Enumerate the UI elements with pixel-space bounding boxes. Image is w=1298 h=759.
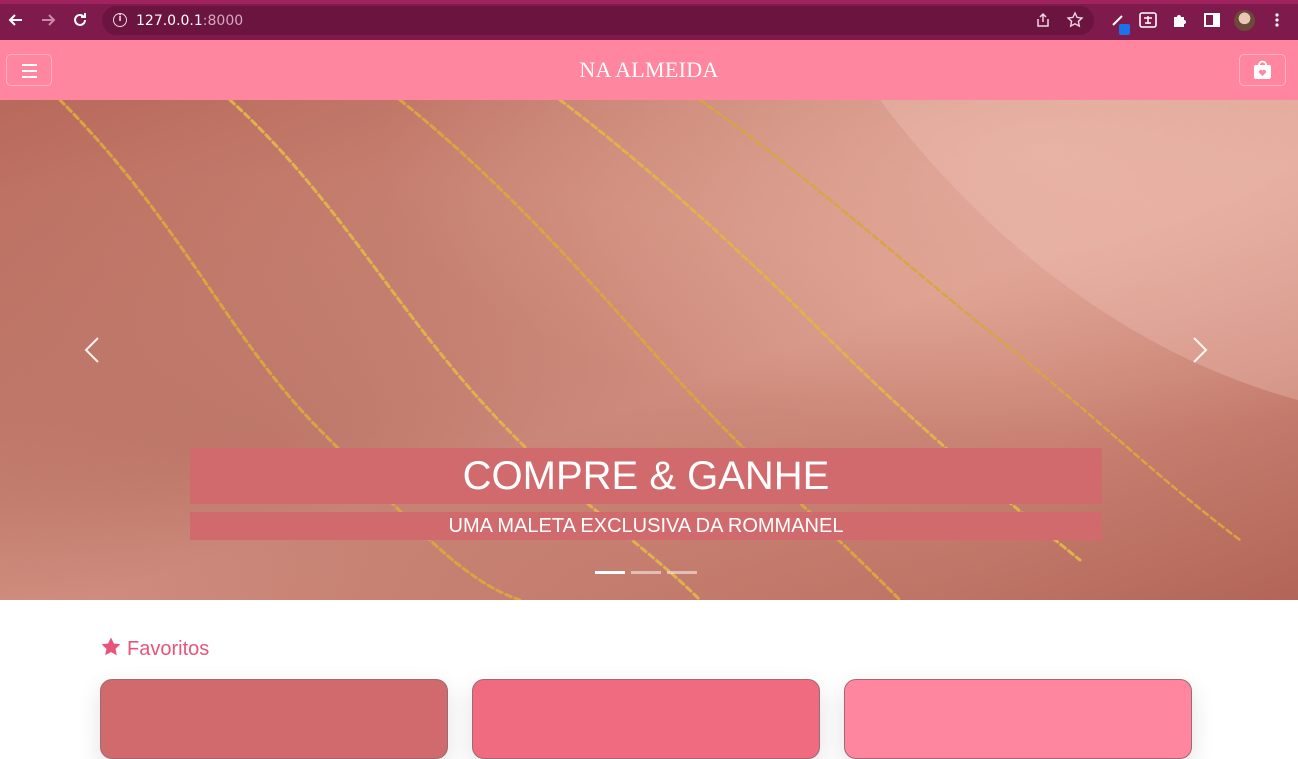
chevron-left-icon bbox=[84, 337, 99, 363]
kebab-menu-icon[interactable] bbox=[1267, 10, 1287, 30]
carousel-indicator-2[interactable] bbox=[631, 571, 661, 574]
chevron-right-icon bbox=[1193, 337, 1208, 363]
side-panel-icon[interactable] bbox=[1202, 10, 1222, 30]
reload-icon bbox=[74, 13, 86, 26]
url-text: 127.0.0.1:8000 bbox=[136, 13, 243, 29]
back-button[interactable] bbox=[6, 10, 26, 30]
favorites-heading-label: Favoritos bbox=[127, 638, 210, 660]
carousel-indicator-3[interactable] bbox=[667, 571, 697, 574]
forward-button[interactable] bbox=[38, 10, 58, 30]
star-icon[interactable] bbox=[1066, 11, 1084, 29]
shopping-bag-heart-icon bbox=[1254, 60, 1271, 79]
puzzle-icon[interactable] bbox=[1170, 10, 1190, 30]
hero-carousel: COMPRE & GANHE UMA MALETA EXCLUSIVA DA R… bbox=[0, 100, 1298, 600]
avatar[interactable] bbox=[1234, 10, 1255, 31]
favorite-card[interactable] bbox=[844, 679, 1192, 759]
carousel-indicator-1[interactable] bbox=[595, 571, 625, 574]
tab-strip bbox=[0, 0, 1298, 4]
arrow-right-icon bbox=[42, 14, 56, 26]
site-header: NA ALMEIDA bbox=[0, 40, 1298, 100]
cart-button[interactable] bbox=[1239, 54, 1286, 86]
carousel-caption-title: COMPRE & GANHE bbox=[190, 448, 1102, 504]
extension-badge bbox=[1119, 24, 1130, 35]
favorites-heading: Favoritos bbox=[100, 636, 209, 660]
carousel-prev-button[interactable] bbox=[72, 332, 112, 372]
info-icon[interactable]: i bbox=[113, 13, 127, 27]
favorite-card[interactable] bbox=[100, 679, 448, 759]
arrow-left-icon bbox=[8, 14, 22, 26]
address-bar[interactable]: i 127.0.0.1:8000 bbox=[102, 6, 1094, 35]
url-host: 127.0.0.1 bbox=[136, 13, 203, 29]
brand-logo[interactable]: NA ALMEIDA bbox=[0, 57, 1298, 83]
star-icon bbox=[101, 637, 121, 656]
carousel-next-button[interactable] bbox=[1180, 332, 1220, 372]
reload-button[interactable] bbox=[70, 10, 90, 30]
carousel-caption-subtitle: UMA MALETA EXCLUSIVA DA ROMMANEL bbox=[190, 512, 1102, 540]
translate-icon[interactable] bbox=[1138, 10, 1158, 30]
favorite-card[interactable] bbox=[472, 679, 820, 759]
share-icon[interactable] bbox=[1034, 11, 1052, 29]
browser-toolbar: i 127.0.0.1:8000 bbox=[0, 0, 1298, 40]
url-port: :8000 bbox=[202, 13, 244, 29]
